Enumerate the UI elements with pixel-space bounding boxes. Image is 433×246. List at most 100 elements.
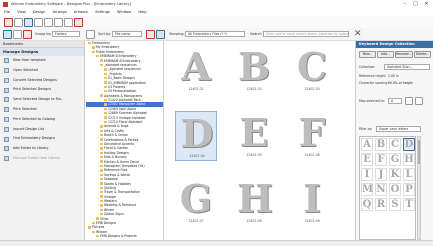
up-folder-icon[interactable] — [86, 30, 95, 39]
menu-view[interactable]: View — [17, 10, 26, 14]
new-collection-button[interactable]: New... — [359, 51, 376, 58]
minimize-button[interactable]: – — [400, 0, 409, 9]
tree-node-label: My Embroidery — [96, 45, 120, 50]
rename-collection-button[interactable]: Rename... — [395, 51, 413, 58]
menu-window[interactable]: Window — [117, 10, 131, 14]
letter-thumbnail[interactable]: K — [389, 168, 401, 181]
library-icon[interactable] — [74, 18, 83, 27]
save-icon[interactable] — [24, 18, 33, 27]
print-icon[interactable] — [34, 18, 43, 27]
task-send-to-machine[interactable]: Send Selected Design to Ma.. — [0, 95, 84, 105]
search-input[interactable]: Enter one or more search terms, separate… — [263, 31, 349, 37]
tree-node[interactable]: EMB Designs & Projects — [86, 234, 163, 238]
letter-thumbnail[interactable]: D — [403, 138, 415, 151]
design-file-name: 12402-04 — [189, 154, 205, 158]
menu-file[interactable]: File — [4, 10, 10, 14]
unmap-icon[interactable] — [415, 97, 423, 105]
design-thumbnail[interactable]: I 12402-09 — [291, 177, 333, 227]
letter-thumbnail[interactable]: O — [389, 183, 401, 196]
maximize-button[interactable]: □ — [411, 0, 420, 9]
letter-thumbnail[interactable]: J — [375, 168, 387, 181]
clear-search-icon[interactable]: ✕ — [354, 29, 362, 39]
refresh-icon[interactable] — [156, 30, 165, 39]
task-print-selected[interactable]: Print Selected — [0, 105, 84, 115]
delete-collection-button[interactable]: Delete... — [414, 51, 431, 58]
letter-thumbnail[interactable]: A — [361, 138, 373, 151]
sort-by-select[interactable]: File name — [112, 31, 142, 37]
open-icon[interactable] — [14, 18, 23, 27]
menu-artwork[interactable]: Artwork — [74, 10, 88, 14]
tree-node-label: Kids & Nursery — [104, 155, 128, 160]
thumbnail-scrollbar[interactable] — [417, 136, 421, 240]
menu-help[interactable]: Help — [138, 10, 146, 14]
group-by-select[interactable]: Folders — [52, 31, 80, 37]
letter-thumbnail[interactable]: L — [403, 168, 415, 181]
collection-select[interactable]: Alphabet Stan... — [384, 64, 430, 70]
task-convert-selected[interactable]: Convert Selected Designs — [0, 76, 84, 86]
task-open-selected[interactable]: Open Selected — [0, 66, 84, 76]
letter-thumbnail[interactable]: I — [361, 168, 373, 181]
folder-view-icon[interactable] — [3, 30, 12, 39]
showing-select[interactable]: All Embroidery Files (*.*) — [185, 31, 245, 37]
thumbnail-view-icon[interactable] — [13, 30, 22, 39]
task-new-from-template[interactable]: New from template — [0, 56, 84, 66]
monogram-letter-image: A — [181, 44, 211, 89]
design-thumbnail[interactable]: H 12402-08 — [233, 177, 275, 227]
design-thumbnail-grid[interactable]: A 12402-01 B 12402-02 C 12402-03 D 12402-04 E 124… — [165, 41, 353, 246]
tree-node-label: Decorative Accents — [104, 141, 134, 146]
design-thumbnail[interactable]: G 12402-07 — [175, 177, 217, 227]
task-import-design-list[interactable]: Import Design List — [0, 125, 84, 135]
tree-node-label: Kitchen & Home Decor — [104, 159, 140, 164]
design-thumbnail[interactable]: D 12402-04 — [175, 111, 217, 161]
letter-thumbnail[interactable]: B — [375, 138, 387, 151]
task-remove-folder[interactable]: Remove Folder from Library — [0, 154, 84, 164]
task-print-selected-designs[interactable]: Print Selected Designs — [0, 85, 84, 95]
monogram-letter-image: H — [237, 176, 273, 221]
new-design-icon[interactable] — [4, 18, 13, 27]
task-find-designs[interactable]: Find Embroidery Designs — [0, 134, 84, 144]
collection-label: Collection: — [359, 65, 376, 69]
letter-thumbnail[interactable]: Q — [361, 198, 373, 211]
letter-thumbnail[interactable]: C — [389, 138, 401, 151]
letter-thumbnail-list[interactable]: ABCD EFGH IJKL MNOP QRST — [359, 136, 416, 240]
menu-arrange[interactable]: Arrange — [52, 10, 66, 14]
letter-thumbnail[interactable]: S — [389, 198, 401, 211]
folder-icon — [100, 213, 103, 216]
letter-thumbnail[interactable]: M — [361, 183, 373, 196]
letter-thumbnail[interactable]: G — [389, 153, 401, 166]
letter-thumbnail[interactable]: F — [375, 153, 387, 166]
map-key-input[interactable]: A — [388, 98, 402, 104]
menu-bar: File View Design Arrange Artwork Setting… — [0, 9, 433, 16]
letter-thumbnail[interactable]: T — [403, 198, 415, 211]
copy-icon[interactable] — [54, 18, 63, 27]
map-icon[interactable] — [405, 97, 413, 105]
letter-thumbnail[interactable]: E — [361, 153, 373, 166]
add-collection-button[interactable]: Add... — [377, 51, 394, 58]
task-print-catalog[interactable]: Print Selected to Catalog — [0, 115, 84, 125]
tree-node-label: _alphabet sequences — [108, 67, 141, 72]
design-thumbnail[interactable]: A 12402-01 — [175, 45, 217, 95]
tree-node-label: Reference Files — [104, 168, 128, 173]
letter-thumbnail[interactable]: P — [403, 183, 415, 196]
tree-node-label: Quilting — [104, 185, 117, 190]
folder-tree[interactable]: Embroidery My Embroidery Public Embroidery… — [86, 41, 164, 246]
scrollbar-thumb[interactable] — [418, 140, 420, 164]
letter-thumbnail[interactable]: R — [375, 198, 387, 211]
filter-by-select[interactable]: Upper case letters — [376, 126, 421, 132]
design-thumbnail[interactable]: B 12402-02 — [233, 45, 275, 95]
menu-settings[interactable]: Settings — [95, 10, 110, 14]
cut-icon[interactable] — [44, 18, 53, 27]
design-thumbnail[interactable]: F 12402-06 — [291, 111, 333, 161]
close-button[interactable]: ✕ — [422, 0, 431, 9]
task-add-folder[interactable]: Add Folder to Library — [0, 144, 84, 154]
paste-icon[interactable] — [64, 18, 73, 27]
details-view-icon[interactable] — [23, 30, 32, 39]
filter-icon[interactable] — [146, 30, 155, 39]
letter-thumbnail[interactable]: N — [375, 183, 387, 196]
manage-designs-header[interactable]: Manage Designs — [0, 48, 84, 56]
menu-design[interactable]: Design — [33, 10, 45, 14]
letter-thumbnail[interactable]: H — [403, 153, 415, 166]
design-thumbnail[interactable]: C 12402-03 — [291, 45, 333, 95]
design-thumbnail[interactable]: E 12402-05 — [233, 111, 275, 161]
folder-icon — [88, 41, 91, 45]
